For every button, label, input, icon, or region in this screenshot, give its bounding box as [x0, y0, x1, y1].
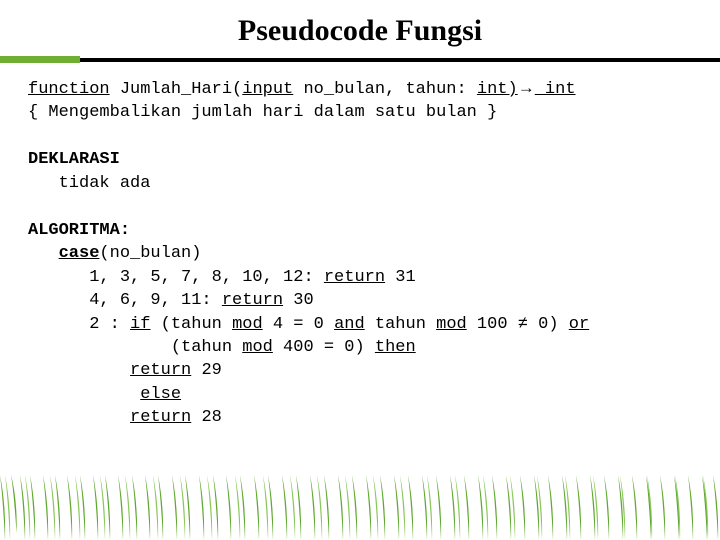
kw-return-2: return [222, 291, 283, 310]
desc-line: { Mengembalikan jumlah hari dalam satu b… [28, 103, 497, 122]
cond1b: 4 = 0 [263, 315, 334, 334]
kw-and: and [334, 315, 365, 334]
kw-case: case [59, 244, 100, 263]
kw-function: function [28, 80, 110, 99]
ret29-num: 29 [191, 361, 222, 380]
kw-return-1: return [324, 268, 385, 287]
code-block: function Jumlah_Hari(input no_bulan, tah… [28, 76, 692, 430]
kw-input: input [242, 80, 293, 99]
fn-name: Jumlah_Hari( [110, 80, 243, 99]
case-arg: (no_bulan) [99, 244, 201, 263]
algoritma-label: ALGORITMA: [28, 221, 130, 240]
rule-main [0, 58, 720, 62]
kw-else: else [140, 385, 181, 404]
cond2-pre: (tahun [28, 338, 242, 357]
deklarasi-body: tidak ada [28, 174, 150, 193]
cond1a: (tahun [150, 315, 232, 334]
kw-then: then [375, 338, 416, 357]
case-row-1-vals: 1, 3, 5, 7, 8, 10, 12: [28, 268, 324, 287]
case-row-2-num: 30 [283, 291, 314, 310]
ret28-pre [28, 408, 130, 427]
slide: Pseudocode Fungsi function Jumlah_Hari(i… [0, 0, 720, 540]
paren-close: ) [508, 80, 518, 99]
cond1d: 100 ≠ 0) [467, 315, 569, 334]
ret28-num: 28 [191, 408, 222, 427]
case-row-3-pre: 2 : [28, 315, 130, 334]
ret29-pre [28, 361, 130, 380]
cond1c: tahun [365, 315, 436, 334]
type-int-2: int [535, 80, 576, 99]
deklarasi-label: DEKLARASI [28, 150, 120, 169]
indent [28, 244, 59, 263]
kw-or: or [569, 315, 589, 334]
type-int-1: int [477, 80, 508, 99]
kw-return-29: return [130, 361, 191, 380]
kw-return-28: return [130, 408, 191, 427]
cond2-post: 400 = 0) [273, 338, 375, 357]
else-pre [28, 385, 140, 404]
kw-mod-2: mod [436, 315, 467, 334]
title-rule [28, 56, 692, 60]
kw-mod-3: mod [242, 338, 273, 357]
case-row-1-num: 31 [385, 268, 416, 287]
params: no_bulan, tahun: [293, 80, 477, 99]
case-row-2-vals: 4, 6, 9, 11: [28, 291, 222, 310]
kw-mod-1: mod [232, 315, 263, 334]
rule-accent [0, 56, 80, 63]
kw-if: if [130, 315, 150, 334]
arrow-icon: → [518, 78, 535, 97]
slide-title: Pseudocode Fungsi [28, 14, 692, 48]
